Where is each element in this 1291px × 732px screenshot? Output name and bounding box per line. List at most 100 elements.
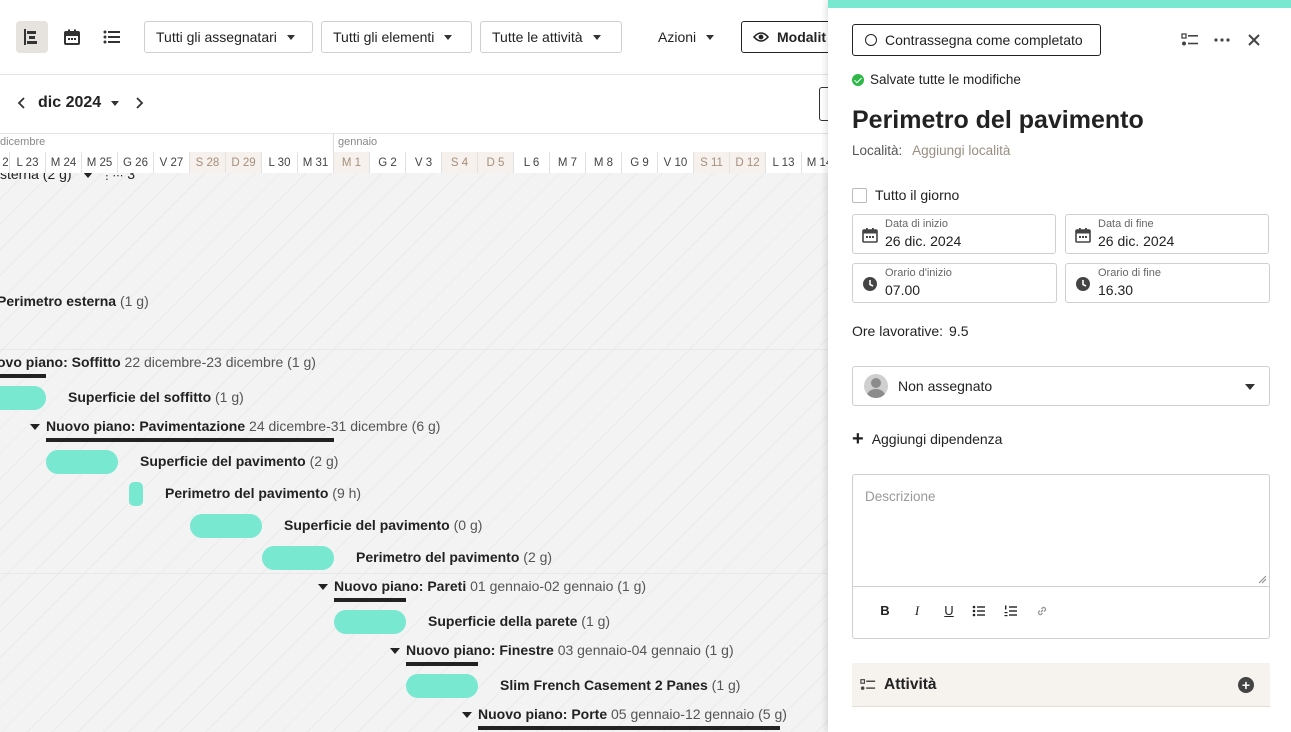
day-cell: M 25 — [82, 152, 118, 173]
day-cell: G 2 — [370, 152, 406, 173]
month-selector[interactable]: dic 2024 — [38, 94, 120, 112]
gantt-view-button[interactable] — [16, 21, 48, 53]
task-name: Slim French Casement 2 Panes — [500, 677, 708, 693]
chevron-down-icon — [286, 34, 295, 40]
clock-icon — [863, 277, 877, 291]
assignee-value: Non assegnato — [898, 378, 993, 394]
end-time-field[interactable]: Orario di fine 16.30 — [1065, 263, 1270, 303]
day-label: L 13 — [772, 156, 795, 169]
task-perimetro-pavimento-1[interactable]: Perimetro del pavimento (9 h) — [165, 485, 361, 501]
collapse-caret-icon[interactable] — [83, 173, 94, 179]
collapse-caret-icon[interactable] — [462, 712, 472, 719]
day-label: G 26 — [123, 156, 148, 169]
bullet-list-icon[interactable] — [972, 605, 986, 617]
day-label: D 5 — [486, 156, 505, 169]
day-cell: D 5 — [478, 152, 514, 173]
start-date-field[interactable]: Data di inizio 26 dic. 2024 — [852, 214, 1056, 254]
task-bar[interactable] — [406, 674, 478, 698]
elements-filter-dropdown[interactable]: Tutti gli elementi — [321, 21, 472, 53]
day-label: M 24 — [50, 156, 77, 169]
task-bar[interactable] — [0, 386, 46, 410]
bold-button[interactable]: B — [876, 603, 894, 618]
group-pareti[interactable]: Nuovo piano: Pareti 01 gennaio-02 gennai… — [318, 578, 646, 594]
subtask-icon: ⋮⋯ — [101, 173, 124, 182]
description-placeholder: Descrizione — [865, 489, 936, 504]
group-span-line — [406, 662, 478, 666]
activities-title: Attività — [884, 675, 937, 693]
task-bar[interactable] — [262, 546, 334, 570]
description-editor[interactable]: Descrizione B I U — [852, 474, 1270, 639]
task-superficie-pavimento-1[interactable]: Superficie del pavimento (2 g) — [140, 453, 338, 469]
group-span-line — [334, 598, 406, 602]
date-navigation — [0, 75, 828, 133]
task-bar-selected[interactable] — [129, 482, 143, 506]
start-time-field[interactable]: Orario d'inizio 07.00 — [852, 263, 1057, 303]
checklist-icon — [860, 678, 876, 690]
italic-button[interactable]: I — [908, 603, 926, 619]
task-superficie-pavimento-2[interactable]: Superficie del pavimento (0 g) — [284, 517, 482, 533]
assignees-filter-dropdown[interactable]: Tutti gli assegnatari — [144, 21, 313, 53]
actions-dropdown[interactable]: Azioni — [647, 21, 727, 53]
list-view-button[interactable] — [96, 21, 128, 53]
all-day-toggle[interactable]: Tutto il giorno — [852, 187, 959, 203]
start-date-label: Data di inizio — [885, 218, 948, 230]
task-superficie-soffitto[interactable]: Superficie del soffitto (1 g) — [68, 389, 244, 405]
group-pavimentazione[interactable]: Nuovo piano: Pavimentazione 24 dicembre-… — [30, 418, 440, 434]
mark-complete-button[interactable]: Contrassegna come completato — [852, 24, 1101, 56]
calendar-icon — [862, 228, 878, 243]
all-day-checkbox[interactable] — [852, 187, 867, 203]
collapse-caret-icon[interactable] — [390, 648, 400, 655]
group-dates: 24 dicembre-31 dicembre (6 g) — [249, 418, 441, 434]
task-perimetro-esterna[interactable]: Perimetro esterna (1 g) — [0, 293, 149, 309]
eye-icon — [753, 32, 769, 42]
add-activity-icon[interactable]: + — [1238, 677, 1254, 693]
day-label: M 7 — [557, 156, 578, 169]
link-icon[interactable] — [1036, 605, 1048, 617]
task-duration: (2 g) — [309, 453, 339, 469]
day-cell: 2 — [0, 152, 10, 173]
task-title[interactable]: Perimetro del pavimento — [852, 106, 1144, 135]
group-finestre[interactable]: Nuovo piano: Finestre 03 gennaio-04 genn… — [390, 642, 734, 658]
chevron-down-icon — [444, 34, 453, 40]
task-slim-french[interactable]: Slim French Casement 2 Panes (1 g) — [500, 677, 740, 693]
task-bar[interactable] — [46, 450, 118, 474]
add-location-link[interactable]: Aggiungi località — [912, 143, 1010, 158]
task-bar[interactable] — [190, 514, 262, 538]
task-superficie-parete[interactable]: Superficie della parete (1 g) — [428, 613, 610, 629]
more-options-button[interactable] — [1212, 31, 1232, 49]
activities-filter-dropdown[interactable]: Tutte le attività — [480, 21, 622, 53]
day-cell: G 26 — [118, 152, 154, 173]
underline-button[interactable]: U — [940, 603, 958, 618]
day-label: G 9 — [630, 156, 649, 169]
group-soffitto[interactable]: ovo piano: Soffitto 22 dicembre-23 dicem… — [0, 354, 316, 370]
group-porte[interactable]: Nuovo piano: Porte 05 gennaio-12 gennaio… — [462, 706, 787, 722]
month-label-december: dicembre — [0, 136, 46, 148]
assignee-select[interactable]: Non assegnato — [852, 366, 1270, 406]
checklist-button[interactable] — [1180, 31, 1200, 49]
location-label: Località: — [852, 143, 903, 158]
day-cell: S 11 — [694, 152, 730, 173]
day-cell: V 27 — [154, 152, 190, 173]
chevron-left-icon[interactable] — [15, 96, 29, 110]
numbered-list-icon[interactable] — [1004, 605, 1018, 617]
task-duration: (9 h) — [332, 485, 362, 501]
collapse-caret-icon[interactable] — [30, 424, 40, 431]
end-date-field[interactable]: Data di fine 26 dic. 2024 — [1065, 214, 1269, 254]
task-bar[interactable] — [334, 610, 406, 634]
close-button[interactable] — [1244, 31, 1264, 49]
end-time-label: Orario di fine — [1098, 267, 1161, 279]
start-time-label: Orario d'inizio — [885, 267, 952, 279]
add-dependency-button[interactable]: + Aggiungi dipendenza — [852, 429, 1002, 449]
day-label: M 8 — [593, 156, 614, 169]
chevron-down-icon — [706, 34, 715, 40]
chevron-down-icon — [1245, 384, 1255, 390]
day-cell: L 23 — [10, 152, 46, 173]
app-root: Tutti gli assegnatari Tutti gli elementi… — [0, 0, 1291, 732]
resize-handle-icon[interactable] — [1257, 574, 1267, 584]
task-perimetro-pavimento-2[interactable]: Perimetro del pavimento (2 g) — [356, 549, 552, 565]
gantt-view-icon — [24, 29, 37, 45]
chevron-right-icon[interactable] — [132, 96, 146, 110]
day-label: V 3 — [414, 156, 433, 169]
calendar-view-button[interactable] — [56, 21, 88, 53]
collapse-caret-icon[interactable] — [318, 584, 328, 591]
